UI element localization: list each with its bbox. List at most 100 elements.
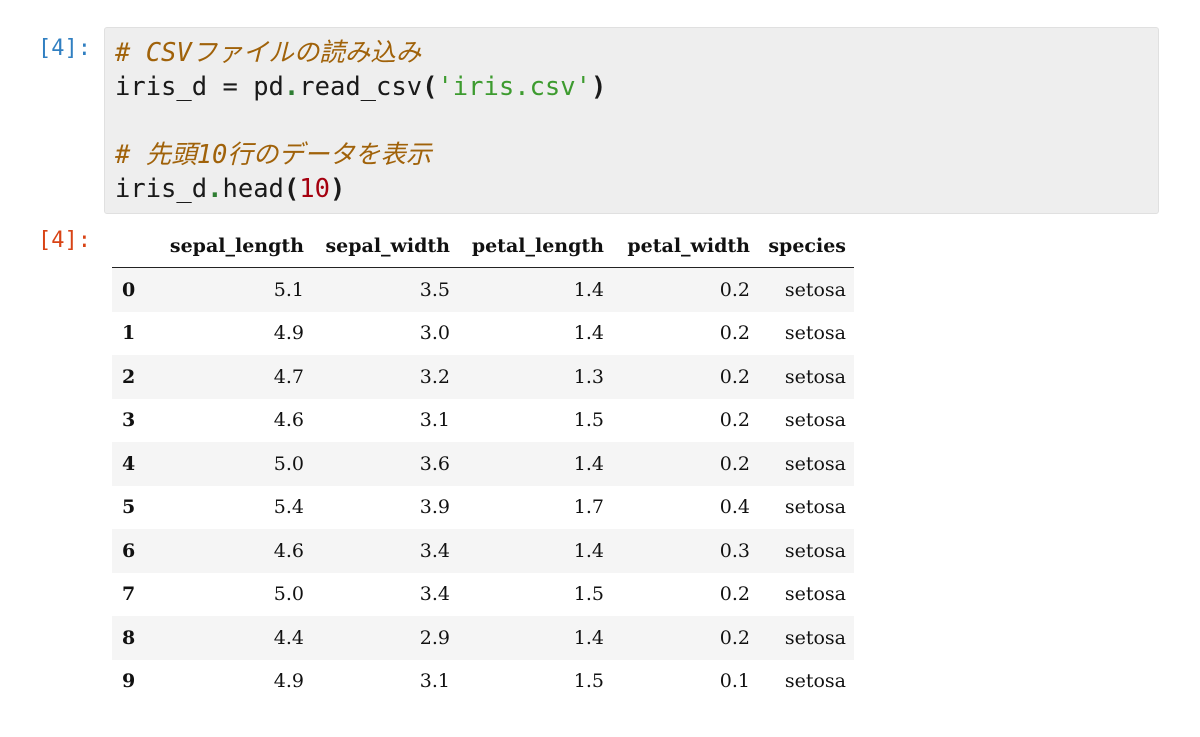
code-comment: # CSVファイルの読み込み [115,38,422,68]
code-paren-close: ) [590,72,607,102]
table-cell: 2.9 [419,626,450,649]
table-cell: 3.0 [419,322,450,345]
code-object: iris_d [115,174,208,204]
table-cell: 1.4 [573,452,604,475]
table-cell: 4.4 [273,626,304,649]
table-cell: setosa [784,583,846,606]
table-cell: 4.7 [273,365,304,388]
row-index: 9 [122,670,136,693]
table-body: 0 5.1 3.5 1.4 0.2 setosa 1 4.9 3.0 1.4 0.2 setosa 2 4… [112,267,854,703]
column-header-sepal-width: sepal_width [312,225,458,268]
table-cell: 0.2 [719,278,750,301]
table-cell: 1.5 [573,583,604,606]
row-index: 0 [122,278,136,301]
table-row: 5 5.4 3.9 1.7 0.4 setosa [112,485,854,529]
output-prompt: [4]: [38,228,91,253]
table-cell: setosa [784,626,846,649]
table-cell: setosa [784,670,846,693]
column-header-petal-length: petal_length [458,225,612,268]
row-index: 5 [122,496,136,519]
table-cell: 1.5 [573,409,604,432]
table-row: 8 4.4 2.9 1.4 0.2 setosa [112,616,854,660]
index-header [112,225,150,268]
code-content: # CSVファイルの読み込み iris_d = pd.read_csv('iris… [115,36,606,206]
table-cell: setosa [784,452,846,475]
dataframe-table: sepal_length sepal_width petal_length pe… [112,225,854,703]
table-cell: 5.0 [273,583,304,606]
table-row: 6 4.6 3.4 1.4 0.3 setosa [112,529,854,573]
row-index: 4 [122,452,136,475]
table-cell: 3.4 [419,583,450,606]
table-cell: 3.1 [419,409,450,432]
table-cell: 3.5 [419,278,450,301]
table-cell: 5.1 [273,278,304,301]
column-header-petal-width: petal_width [612,225,758,268]
table-cell: 1.4 [573,626,604,649]
table-cell: 0.2 [719,365,750,388]
table-cell: setosa [784,409,846,432]
table-row: 3 4.6 3.1 1.5 0.2 setosa [112,398,854,442]
table-cell: 5.0 [273,452,304,475]
header-row: sepal_length sepal_width petal_length pe… [112,225,854,268]
table-cell: 3.1 [419,670,450,693]
row-index: 2 [122,365,136,388]
table-cell: 4.6 [273,409,304,432]
row-index: 1 [122,322,136,345]
table-cell: 4.9 [273,670,304,693]
code-variable: iris_d [115,72,208,102]
table-row: 9 4.9 3.1 1.5 0.1 setosa [112,659,854,703]
table-row: 2 4.7 3.2 1.3 0.2 setosa [112,355,854,399]
table-cell: setosa [784,496,846,519]
table-cell: 4.9 [273,322,304,345]
table-row: 0 5.1 3.5 1.4 0.2 setosa [112,267,854,312]
table-cell: 0.2 [719,583,750,606]
table-cell: 0.2 [719,409,750,432]
table-cell: 0.2 [719,452,750,475]
table-cell: 3.6 [419,452,450,475]
table-cell: setosa [784,322,846,345]
table-header: sepal_length sepal_width petal_length pe… [112,225,854,268]
code-object: pd [253,72,284,102]
code-operator: = [207,72,254,102]
column-header-sepal-length: sepal_length [150,225,312,268]
code-paren-close: ) [329,174,346,204]
table-cell: 3.4 [419,539,450,562]
code-editor[interactable]: # CSVファイルの読み込み iris_d = pd.read_csv('iris… [104,27,1159,214]
code-number: 10 [299,174,330,204]
table-row: 4 5.0 3.6 1.4 0.2 setosa [112,442,854,486]
table-cell: 1.4 [573,539,604,562]
table-row: 7 5.0 3.4 1.5 0.2 setosa [112,572,854,616]
table-cell: 5.4 [273,496,304,519]
table-cell: setosa [784,365,846,388]
table-cell: 0.1 [719,670,750,693]
table-cell: setosa [784,278,846,301]
row-index: 8 [122,626,136,649]
code-line-2: iris_d = pd.read_csv('iris.csv') [115,70,606,104]
row-index: 6 [122,539,136,562]
table-cell: 0.2 [719,322,750,345]
code-function: head [222,174,284,204]
table-row: 1 4.9 3.0 1.4 0.2 setosa [112,311,854,355]
table-cell: 0.2 [719,626,750,649]
code-line-4: # 先頭10行のデータを表示 [115,138,606,172]
table-cell: 3.2 [419,365,450,388]
code-line-5: iris_d.head(10) [115,172,606,206]
table-cell: 1.7 [573,496,604,519]
table-cell: 1.3 [573,365,604,388]
row-index: 7 [122,583,136,606]
code-comment: # 先頭10行のデータを表示 [115,140,432,170]
table-cell: 1.4 [573,278,604,301]
code-dot: . [207,174,223,204]
table-cell: 0.4 [719,496,750,519]
table-cell: 0.3 [719,539,750,562]
table-cell: 4.6 [273,539,304,562]
table-cell: 3.9 [419,496,450,519]
code-dot: . [283,72,300,102]
table-cell: setosa [784,539,846,562]
table-cell: 1.5 [573,670,604,693]
code-function: read_csv [299,72,423,102]
code-line-1: # CSVファイルの読み込み [115,36,606,70]
code-string: 'iris.csv' [437,72,591,102]
column-header-species: species [758,225,854,268]
